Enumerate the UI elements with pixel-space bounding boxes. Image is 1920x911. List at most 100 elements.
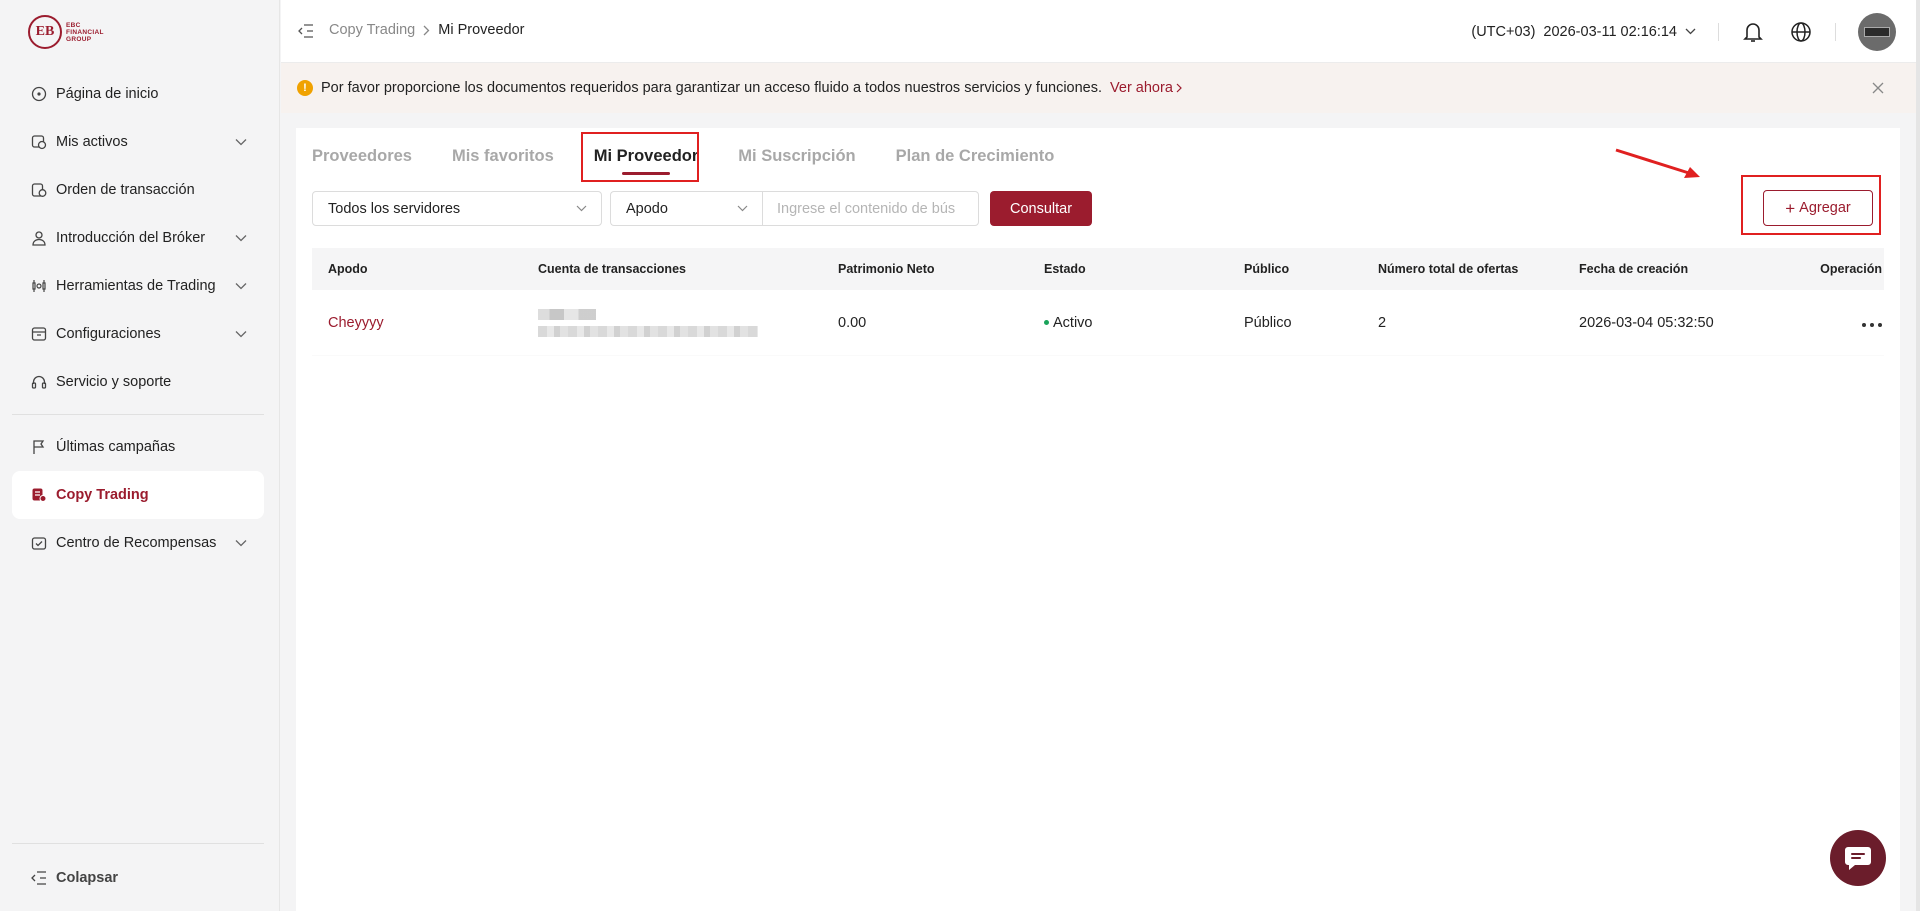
sidebar-item-home[interactable]: Página de inicio [12,70,264,118]
column-header: Operación [1820,262,1882,276]
sidebar-nav: Página de inicio Mis activos Orden de tr… [12,70,264,567]
offers-cell: 2 [1378,314,1387,331]
reward-icon [30,534,48,552]
menu-toggle-icon[interactable] [297,22,315,40]
column-header: Público [1244,262,1290,276]
breadcrumb: Copy Trading Mi Proveedor [329,22,524,38]
timezone-label: (UTC+03) [1471,23,1536,40]
trading-account-cell [522,308,822,337]
query-button[interactable]: Consultar [990,191,1093,226]
table-row: Cheyyyy 0.00 Activo Público 2 2026-03-04… [312,290,1884,356]
datetime: 2026-03-11 02:16:14 [1543,23,1677,40]
sidebar-item-broker[interactable]: Introducción del Bróker [12,214,264,262]
divider [1835,22,1836,41]
search-input[interactable] [762,191,979,226]
wallet-icon [30,133,48,151]
flag-icon [30,438,48,456]
globe-icon[interactable] [1789,20,1813,44]
notice-banner: ! Por favor proporcione los documentos r… [281,63,1916,113]
timezone-selector[interactable]: (UTC+03) 2026-03-11 02:16:14 [1471,24,1696,40]
chevron-down-icon [576,205,587,212]
sidebar-item-label: Configuraciones [56,326,161,342]
chevron-down-icon [234,327,248,341]
breadcrumb-parent[interactable]: Copy Trading [329,22,415,38]
tab-my-subscription[interactable]: Mi Suscripción [738,147,855,166]
sidebar-item-support[interactable]: Servicio y soporte [12,358,264,406]
logo-mark: EB [28,15,62,49]
top-header: Copy Trading Mi Proveedor (UTC+03) 2026-… [281,0,1916,63]
sidebar-item-label: Página de inicio [56,86,159,102]
nickname-link[interactable]: Cheyyyy [328,315,384,331]
sidebar-item-label: Mis activos [56,134,128,150]
divider [1718,22,1719,41]
home-icon [30,85,48,103]
column-header: Cuenta de transacciones [538,262,686,276]
collapse-label: Colapsar [56,869,119,886]
filter-bar: Todos los servidores Apodo Consultar [312,191,1093,226]
collapse-sidebar-button[interactable]: Colapsar [12,843,264,911]
sidebar-item-rewards[interactable]: Centro de Recompensas [12,519,264,567]
search-field-select[interactable]: Apodo [610,191,762,226]
public-cell: Público [1244,314,1292,331]
plus-icon: + [1785,198,1796,218]
providers-table: Apodo Cuenta de transacciones Patrimonio… [312,248,1884,356]
close-icon[interactable] [1870,80,1886,96]
tab-providers[interactable]: Proveedores [312,147,412,166]
redacted-text [538,325,758,337]
view-now-link[interactable]: Ver ahora [1110,80,1182,96]
sidebar-item-settings[interactable]: Configuraciones [12,310,264,358]
search-combo: Apodo [610,191,979,226]
bell-icon[interactable] [1741,20,1765,44]
sidebar-item-trading-tools[interactable]: Herramientas de Trading [12,262,264,310]
tab-bar: Proveedores Mis favoritos Mi Proveedor M… [312,128,1094,184]
status-cell: Activo [1028,315,1228,331]
sidebar-item-label: Introducción del Bróker [56,230,206,246]
headset-icon [30,373,48,391]
column-header: Apodo [328,262,368,276]
table-header: Apodo Cuenta de transacciones Patrimonio… [312,248,1884,290]
copy-trading-icon [30,486,48,504]
sidebar-item-orders[interactable]: Orden de transacción [12,166,264,214]
column-header: Fecha de creación [1579,262,1689,276]
scrollbar[interactable] [1916,0,1920,911]
equity-cell: 0.00 [838,314,867,331]
annotation-box [581,132,699,182]
sidebar-item-campaigns[interactable]: Últimas campañas [12,423,264,471]
breadcrumb-current: Mi Proveedor [438,22,525,38]
more-options-icon[interactable] [1862,322,1882,327]
user-icon [30,229,48,247]
tools-icon [30,277,48,295]
logo[interactable]: EB EBC FINANCIAL GROUP [28,15,104,49]
sidebar-item-label: Centro de Recompensas [56,535,217,551]
column-header: Número total de ofertas [1378,262,1519,276]
chevron-down-icon [234,231,248,245]
chevron-right-icon [423,25,430,36]
main-panel: Proveedores Mis favoritos Mi Proveedor M… [296,128,1900,911]
chat-icon [1845,847,1871,870]
tab-growth-plan[interactable]: Plan de Crecimiento [896,147,1055,166]
column-header: Patrimonio Neto [838,262,935,276]
avatar[interactable] [1858,12,1896,51]
server-select[interactable]: Todos los servidores [312,191,602,226]
collapse-icon [30,869,48,887]
sidebar: EB EBC FINANCIAL GROUP Página de inicio … [0,0,280,911]
settings-icon [30,325,48,343]
header-right: (UTC+03) 2026-03-11 02:16:14 [1471,0,1916,63]
sidebar-item-assets[interactable]: Mis activos [12,118,264,166]
tab-favorites[interactable]: Mis favoritos [452,147,554,166]
status-dot [1044,320,1049,325]
add-button[interactable]: + Agregar [1763,190,1873,226]
chevron-right-icon [1176,83,1182,93]
chevron-down-icon [234,279,248,293]
chevron-down-icon [1685,28,1696,35]
order-icon [30,181,48,199]
sidebar-item-label: Copy Trading [56,487,149,503]
sidebar-item-copy-trading[interactable]: Copy Trading [12,471,264,519]
chat-button[interactable] [1830,830,1886,886]
logo-text: EBC FINANCIAL GROUP [66,21,104,43]
column-header: Estado [1044,262,1086,276]
chevron-down-icon [234,536,248,550]
sidebar-divider [12,414,264,415]
sidebar-item-label: Herramientas de Trading [56,278,216,294]
sidebar-item-label: Servicio y soporte [56,374,172,390]
